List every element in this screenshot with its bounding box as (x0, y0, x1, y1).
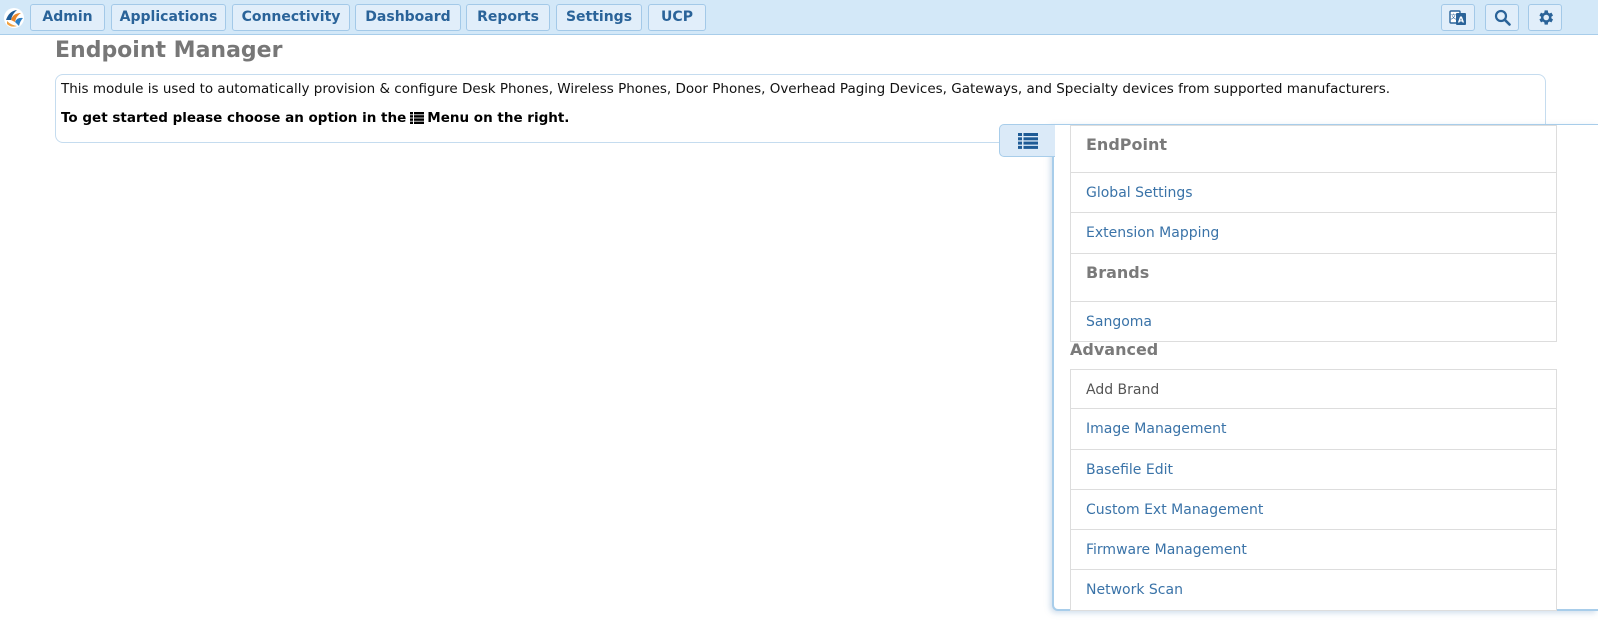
list-menu-icon (1017, 132, 1038, 149)
page-title: Endpoint Manager (55, 38, 283, 63)
nav-reports[interactable]: Reports (466, 4, 550, 31)
menu-item-firmware-management[interactable]: Firmware Management (1070, 530, 1557, 571)
menu-item-custom-ext-management[interactable]: Custom Ext Management (1070, 489, 1557, 531)
menu-item-network-scan[interactable]: Network Scan (1070, 570, 1557, 611)
menu-item-extension-mapping[interactable]: Extension Mapping (1070, 213, 1557, 254)
menu-heading-endpoint: EndPoint (1070, 125, 1557, 173)
nav-applications[interactable]: Applications (111, 4, 226, 31)
language-button[interactable]: A 文 (1441, 4, 1475, 31)
nav-ucp[interactable]: UCP (648, 4, 706, 31)
search-icon (1494, 9, 1511, 26)
svg-text:文: 文 (1450, 13, 1456, 21)
menu-item-basefile-edit[interactable]: Basefile Edit (1070, 449, 1557, 490)
menu-heading-brands: Brands (1070, 253, 1557, 302)
svg-text:A: A (1458, 15, 1465, 24)
menu-item-sangoma[interactable]: Sangoma (1070, 301, 1557, 342)
endpoint-menu-list: EndPoint Global Settings Extension Mappi… (1070, 125, 1557, 342)
nav-admin[interactable]: Admin (30, 4, 105, 31)
intro-text: This module is used to automatically pro… (61, 81, 1391, 97)
instruction-before: To get started please choose an option i… (61, 110, 407, 126)
nav-connectivity[interactable]: Connectivity (232, 4, 350, 31)
advanced-menu-list: Add Brand Image Management Basefile Edit… (1070, 369, 1557, 611)
menu-item-global-settings[interactable]: Global Settings (1070, 173, 1557, 214)
menu-toggle-button[interactable] (999, 124, 1055, 157)
menu-item-image-management[interactable]: Image Management (1070, 409, 1557, 450)
top-nav-bar: Admin Applications Connectivity Dashboar… (0, 0, 1598, 35)
settings-button[interactable] (1528, 4, 1562, 31)
freepbx-logo-icon[interactable] (3, 7, 25, 29)
side-menu-drawer: EndPoint Global Settings Extension Mappi… (1052, 124, 1598, 611)
nav-dashboard[interactable]: Dashboard (355, 4, 461, 31)
menu-item-add-brand[interactable]: Add Brand (1070, 369, 1557, 410)
instruction-after: Menu on the right. (427, 110, 570, 126)
gear-icon (1538, 10, 1553, 25)
list-menu-icon (410, 112, 425, 124)
instruction-text: To get started please choose an option i… (61, 110, 569, 126)
search-button[interactable] (1485, 4, 1519, 31)
menu-heading-advanced: Advanced (1070, 340, 1159, 359)
nav-settings[interactable]: Settings (556, 4, 642, 31)
language-icon: A 文 (1449, 9, 1466, 25)
